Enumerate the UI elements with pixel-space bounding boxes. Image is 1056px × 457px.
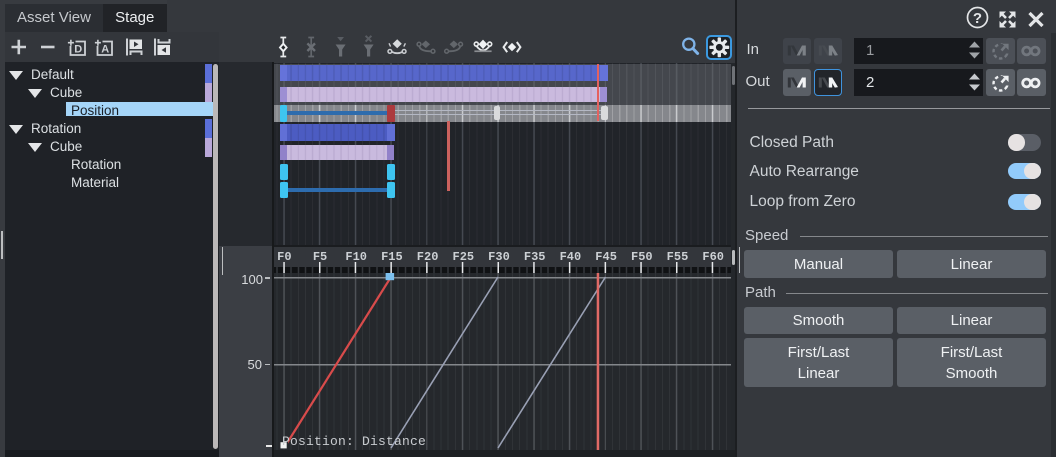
svg-text:?: ? <box>973 10 982 27</box>
svg-text:D: D <box>74 44 82 56</box>
svg-text:A: A <box>101 44 109 56</box>
